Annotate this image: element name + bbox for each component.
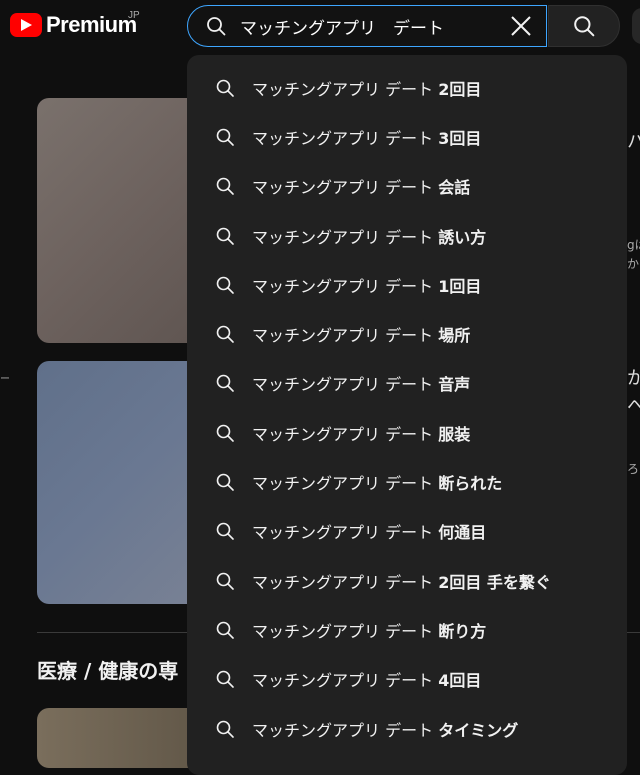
logo-text: Premium [46,12,137,37]
search-icon [207,17,226,36]
search-icon [216,375,234,393]
search-suggestion[interactable]: マッチングアプリ デート 誘い方 [187,211,627,260]
suggestion-prefix: マッチングアプリ デート [252,523,439,543]
search-icon [216,720,234,738]
search-icon [216,79,234,97]
section-title: 医療 / 健康の専 [37,659,179,683]
search-suggestion[interactable]: マッチングアプリ デート 4回目 [187,655,627,704]
video-meta-edge: か [627,257,640,271]
clear-search-button[interactable] [506,11,536,41]
search-suggestion[interactable]: マッチングアプリ デート 2回目 手を繋ぐ [187,556,627,605]
suggestion-text: マッチングアプリ デート 3回目 [252,125,481,149]
suggestion-text: マッチングアプリ デート 1回目 [252,273,481,297]
suggestion-prefix: マッチングアプリ デート [252,276,439,296]
search-suggestion[interactable]: マッチングアプリ デート 会話 [187,162,627,211]
voice-search-button[interactable] [632,8,640,44]
search-icon [216,670,234,689]
search-icon [216,473,234,491]
play-icon [10,13,42,37]
search-suggestion[interactable]: マッチングアプリ デート タイミング [187,704,627,753]
suggestion-text: マッチングアプリ デート 2回目 [252,76,481,100]
suggestion-text: マッチングアプリ デート 断り方 [252,618,486,642]
video-title-edge[interactable]: へ [627,392,640,418]
suggestion-text: マッチングアプリ デート タイミング [252,717,518,741]
search-icon [216,621,234,639]
search-icon [216,424,234,442]
search-suggestion[interactable]: マッチングアプリ デート 断り方 [187,605,627,654]
suggestion-text: マッチングアプリ デート 服装 [252,421,470,445]
suggestion-completion: 断られた [438,474,503,494]
search-input[interactable] [240,16,506,36]
suggestion-completion: 断り方 [438,621,487,641]
suggestion-completion: 音声 [438,375,471,395]
suggestion-prefix: マッチングアプリ デート [252,326,439,346]
search-icon [216,128,234,146]
search-icon [216,177,234,196]
search-suggestion[interactable]: マッチングアプリ デート 音声 [187,359,627,408]
suggestion-text: マッチングアプリ デート 音声 [252,371,470,395]
region-label: JP [128,10,140,21]
suggestion-text: マッチングアプリ デート 断られた [252,470,502,494]
suggestion-completion: 会話 [438,178,471,198]
suggestion-completion: 服装 [438,424,471,444]
suggestion-completion: 2回目 手を繋ぐ [438,572,551,592]
search-icon [216,276,234,294]
suggestion-prefix: マッチングアプリ デート [252,375,439,395]
suggestion-text: マッチングアプリ デート 誘い方 [252,224,486,248]
video-meta-edge: gは [627,238,640,252]
search-suggestion[interactable]: マッチングアプリ デート 断られた [187,457,627,506]
search-suggestion[interactable]: マッチングアプリ デート 場所 [187,309,627,358]
suggestion-completion: 誘い方 [438,227,487,247]
suggestion-prefix: マッチングアプリ デート [252,572,439,592]
search-icon [216,325,234,343]
suggestion-completion: 4回目 [438,671,482,691]
edge-text: ー [0,374,10,385]
suggestion-prefix: マッチングアプリ デート [252,671,439,691]
search-icon [216,523,234,541]
suggestion-prefix: マッチングアプリ デート [252,128,439,148]
suggestion-completion: 2回目 [438,79,482,99]
suggestion-prefix: マッチングアプリ デート [252,178,439,198]
search-button[interactable] [548,5,620,47]
suggestion-text: マッチングアプリ デート 会話 [252,174,470,198]
youtube-premium-logo[interactable]: Premium [10,12,137,38]
suggestion-prefix: マッチングアプリ デート [252,474,439,494]
suggestion-text: マッチングアプリ デート 場所 [252,322,470,346]
suggestion-prefix: マッチングアプリ デート [252,621,439,641]
suggestion-completion: 1回目 [438,276,482,296]
search-suggestions-dropdown: マッチングアプリ デート 2回目 マッチングアプリ デート 3回目 マッチングア… [187,55,627,775]
suggestion-prefix: マッチングアプリ デート [252,79,439,99]
search-suggestion[interactable]: マッチングアプリ デート 何通目 [187,507,627,556]
suggestion-text: マッチングアプリ デート 何通目 [252,519,486,543]
search-box[interactable] [187,5,547,47]
search-suggestion[interactable]: マッチングアプリ デート 1回目 [187,260,627,309]
search-suggestion[interactable]: マッチングアプリ デート 3回目 [187,112,627,161]
suggestion-completion: タイミング [438,720,519,740]
video-title-edge[interactable]: ハ [627,128,640,154]
suggestion-prefix: マッチングアプリ デート [252,424,439,444]
video-title-edge[interactable]: か [627,364,640,390]
suggestion-prefix: マッチングアプリ デート [252,227,439,247]
search-icon [574,16,595,37]
search-icon [216,572,234,590]
suggestion-completion: 場所 [438,326,471,346]
suggestion-list: マッチングアプリ デート 2回目 マッチングアプリ デート 3回目 マッチングア… [187,63,627,753]
suggestion-prefix: マッチングアプリ デート [252,720,439,740]
search-suggestion[interactable]: マッチングアプリ デート 服装 [187,408,627,457]
close-icon [511,16,531,36]
suggestion-completion: 何通目 [438,523,487,543]
search-icon [216,227,234,245]
suggestion-completion: 3回目 [438,128,482,148]
search-suggestion[interactable]: マッチングアプリ デート 2回目 [187,63,627,112]
suggestion-text: マッチングアプリ デート 2回目 手を繋ぐ [252,569,551,593]
suggestion-text: マッチングアプリ デート 4回目 [252,667,481,691]
video-meta-edge: ろ [627,462,640,476]
